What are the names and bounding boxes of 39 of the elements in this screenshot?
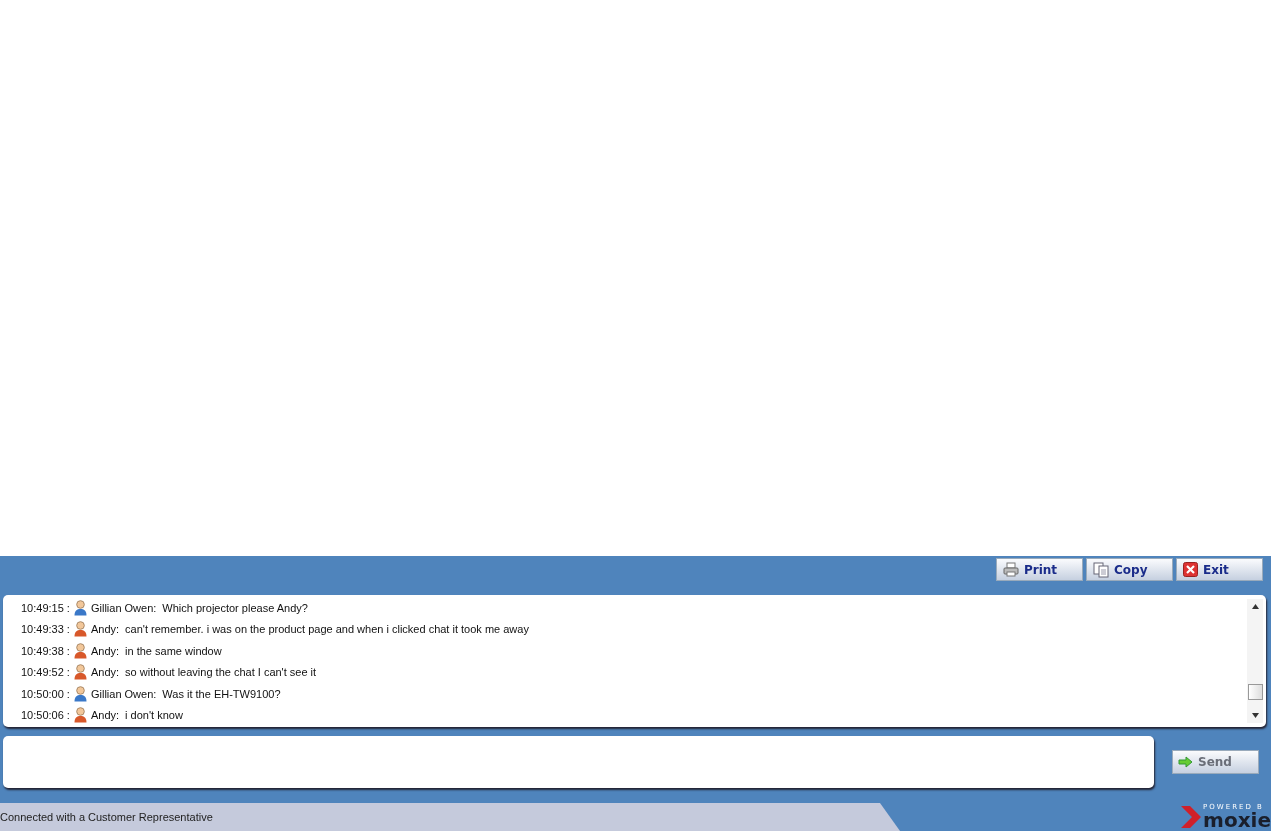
sender-name: Gillian Owen: (90, 601, 157, 614)
print-button[interactable]: Print (996, 558, 1083, 581)
sender-name: Andy: (90, 666, 120, 679)
message-input-field[interactable] (3, 736, 1154, 788)
user-icon (73, 621, 87, 638)
message-text: so without leaving the chat I can't see it (125, 666, 317, 679)
scroll-down-icon[interactable] (1251, 713, 1259, 718)
sender-name: Andy: (90, 709, 120, 722)
message-text: can't remember. i was on the product page and when i clicked chat it took me away (125, 623, 529, 636)
timestamp: 10:49:33 : (21, 623, 70, 636)
brand-name: moxie (1203, 811, 1271, 829)
arrow-icon (1178, 756, 1193, 768)
exit-button[interactable]: Exit (1176, 558, 1263, 581)
timestamp: 10:50:00 : (21, 687, 70, 700)
status-text: Connected with a Customer Representative (0, 811, 213, 823)
close-icon (1183, 562, 1198, 577)
printer-icon (1003, 562, 1019, 577)
message-text: Which projector please Andy? (162, 601, 308, 614)
user-icon (73, 664, 87, 681)
copy-button[interactable]: Copy (1086, 558, 1173, 581)
copy-icon (1093, 561, 1109, 578)
user-icon (73, 642, 87, 659)
timestamp: 10:49:52 : (21, 666, 70, 679)
sender-name: Andy: (90, 644, 120, 657)
timestamp: 10:49:38 : (21, 644, 70, 657)
scrollbar-thumb[interactable] (1247, 684, 1263, 700)
timestamp: 10:49:15 : (21, 601, 70, 614)
message-text: i don't know (125, 709, 183, 722)
message-text: Was it the EH-TW9100? (162, 687, 281, 700)
timestamp: 10:50:06 : (21, 709, 70, 722)
user-icon (73, 599, 87, 616)
user-icon (73, 707, 87, 724)
scroll-up-icon[interactable] (1251, 604, 1259, 609)
message-text: in the same window (125, 644, 222, 657)
user-icon (73, 685, 87, 702)
chevron-logo-icon (1181, 806, 1202, 828)
sender-name: Gillian Owen: (90, 687, 157, 700)
sender-name: Andy: (90, 623, 120, 636)
scrollbar[interactable] (1247, 599, 1263, 723)
